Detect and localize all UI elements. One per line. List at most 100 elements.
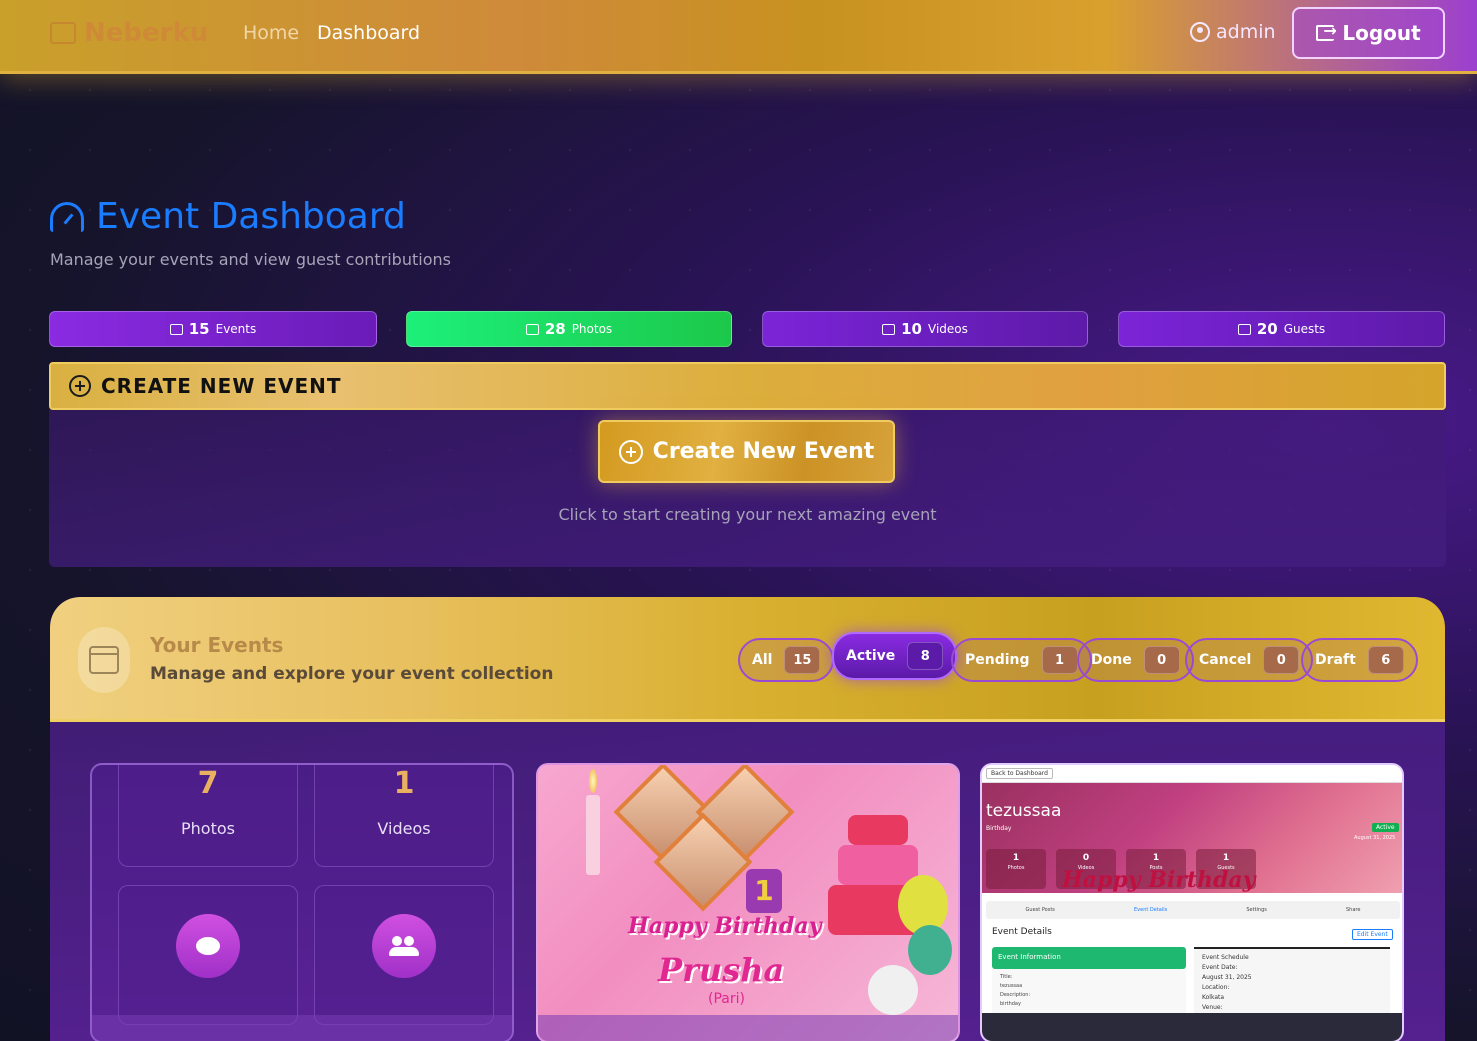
candle-flame xyxy=(589,769,597,793)
filter-active-count: 8 xyxy=(907,642,944,670)
photos-label: Photos xyxy=(181,819,235,838)
filter-pending-count: 1 xyxy=(1041,646,1078,674)
videos-tile: 1 Videos xyxy=(314,765,494,867)
videos-count: 1 xyxy=(393,766,415,801)
logout-button[interactable]: Logout xyxy=(1292,7,1445,59)
calendar-icon xyxy=(169,323,183,335)
stat-events-value: 15 xyxy=(188,320,210,338)
stat-events-label: Events xyxy=(215,322,257,336)
stat-videos-value: 10 xyxy=(901,320,922,338)
nav-dashboard-link[interactable]: Dashboard xyxy=(317,22,420,44)
your-events-section: Your Events Manage and explore your even… xyxy=(50,597,1445,1041)
image-icon xyxy=(525,323,539,335)
screenshot-details-title: Event Details xyxy=(992,927,1052,937)
filter-pending[interactable]: Pending 1 xyxy=(951,638,1092,682)
balloon xyxy=(908,925,952,975)
screenshot-event-sub: Birthday xyxy=(986,825,1012,832)
event-cover-image: 1 Happy Birthday Prusha (Pari) xyxy=(538,765,958,1017)
create-new-event-label: Create New Event xyxy=(652,439,875,464)
card-footer xyxy=(538,1015,958,1041)
greeting-text: Happy Birthday xyxy=(628,913,822,939)
speedometer-icon xyxy=(50,201,84,232)
people-icon xyxy=(1237,323,1251,335)
create-event-heading: CREATE NEW EVENT xyxy=(101,374,342,398)
age-badge: 1 xyxy=(746,869,782,913)
stat-events: 15 Events xyxy=(49,311,377,347)
brand[interactable]: Neberku xyxy=(50,18,208,48)
filter-all-count: 15 xyxy=(784,646,821,674)
logout-label: Logout xyxy=(1342,21,1421,45)
nav-home-link[interactable]: Home xyxy=(243,22,299,44)
stat-guests-label: Guests xyxy=(1283,322,1326,336)
event-card-stats[interactable]: 7 Photos 1 Videos xyxy=(90,763,514,1041)
filter-cancel[interactable]: Cancel 0 xyxy=(1185,638,1314,682)
logout-icon xyxy=(1316,21,1337,41)
event-card-screenshot[interactable]: Back to Dashboard tezussaa Birthday Acti… xyxy=(980,763,1404,1041)
page-subtitle: Manage your events and view guest contri… xyxy=(50,250,451,269)
messages-tile xyxy=(118,885,298,1025)
screenshot-event-name: tezussaa xyxy=(986,801,1062,821)
screenshot-edit-button: Edit Event xyxy=(1352,929,1393,940)
user-menu[interactable]: admin xyxy=(1190,21,1276,43)
celebrant-nickname: (Pari) xyxy=(708,991,745,1007)
create-event-section: CREATE NEW EVENT Create New Event Click … xyxy=(49,362,1446,567)
candle xyxy=(586,795,600,875)
chat-icon xyxy=(176,914,240,978)
back-button: Back to Dashboard xyxy=(986,768,1053,779)
create-event-header: CREATE NEW EVENT xyxy=(49,362,1446,410)
video-icon xyxy=(882,323,896,335)
event-card-birthday[interactable]: 1 Happy Birthday Prusha (Pari) xyxy=(536,763,960,1041)
screenshot-tab: Share xyxy=(1345,907,1361,913)
guests-tile xyxy=(314,885,494,1025)
screenshot-tab: Event Details xyxy=(1134,907,1168,913)
photos-count: 7 xyxy=(197,766,219,801)
create-new-event-button[interactable]: Create New Event xyxy=(598,420,895,483)
filter-done[interactable]: Done 0 xyxy=(1077,638,1194,682)
user-circle-icon xyxy=(1190,22,1210,42)
stat-photos-value: 28 xyxy=(544,320,566,338)
photos-tile: 7 Photos xyxy=(118,765,298,867)
create-event-hint: Click to start creating your next amazin… xyxy=(558,505,937,524)
screenshot-tabs: Guest Posts Event Details Settings Share xyxy=(986,901,1400,919)
brand-logo-icon xyxy=(50,22,76,44)
your-events-header: Your Events Manage and explore your even… xyxy=(50,597,1445,722)
page-title-text: Event Dashboard xyxy=(96,196,406,237)
card-footer xyxy=(92,1015,512,1041)
filter-draft-label: Draft xyxy=(1315,652,1356,668)
your-events-subtitle: Manage and explore your event collection xyxy=(150,664,554,684)
plus-circle-icon xyxy=(618,439,643,464)
filter-active[interactable]: Active 8 xyxy=(832,632,958,680)
screenshot-info-header: Event Information xyxy=(992,947,1186,969)
filter-done-count: 0 xyxy=(1143,646,1180,674)
brand-name: Neberku xyxy=(84,18,209,48)
videos-label: Videos xyxy=(377,819,431,838)
filter-all[interactable]: All 15 xyxy=(738,638,835,682)
screenshot-status-badge: Active xyxy=(1372,823,1399,832)
username: admin xyxy=(1216,21,1276,43)
filter-pending-label: Pending xyxy=(965,652,1030,668)
screenshot-stat: 1 Photos xyxy=(986,849,1046,889)
stat-guests: 20 Guests xyxy=(1118,311,1445,347)
card-footer xyxy=(982,1013,1402,1041)
filter-cancel-label: Cancel xyxy=(1199,652,1252,668)
screenshot-tab: Guest Posts xyxy=(1025,907,1055,913)
filter-done-label: Done xyxy=(1091,652,1132,668)
stat-videos: 10 Videos xyxy=(762,311,1088,347)
filter-draft[interactable]: Draft 6 xyxy=(1301,638,1418,682)
screenshot-topbar: Back to Dashboard xyxy=(982,765,1402,783)
stat-photos: 28 Photos xyxy=(406,311,732,347)
screenshot-date: August 31, 2025 xyxy=(1354,835,1396,841)
people-icon xyxy=(372,914,436,978)
calendar-bubble xyxy=(78,627,130,693)
celebrant-name: Prusha xyxy=(658,951,785,989)
stat-guests-value: 20 xyxy=(1256,320,1278,338)
calendar-icon xyxy=(89,646,119,674)
page-title: Event Dashboard xyxy=(50,196,406,237)
plus-circle-icon xyxy=(69,375,91,397)
your-events-title: Your Events xyxy=(150,633,284,657)
filter-draft-count: 6 xyxy=(1367,646,1404,674)
navbar: Neberku Home Dashboard admin Logout xyxy=(0,0,1477,74)
screenshot-tab: Settings xyxy=(1246,907,1267,913)
stat-videos-label: Videos xyxy=(928,322,968,336)
balloon xyxy=(868,965,918,1015)
